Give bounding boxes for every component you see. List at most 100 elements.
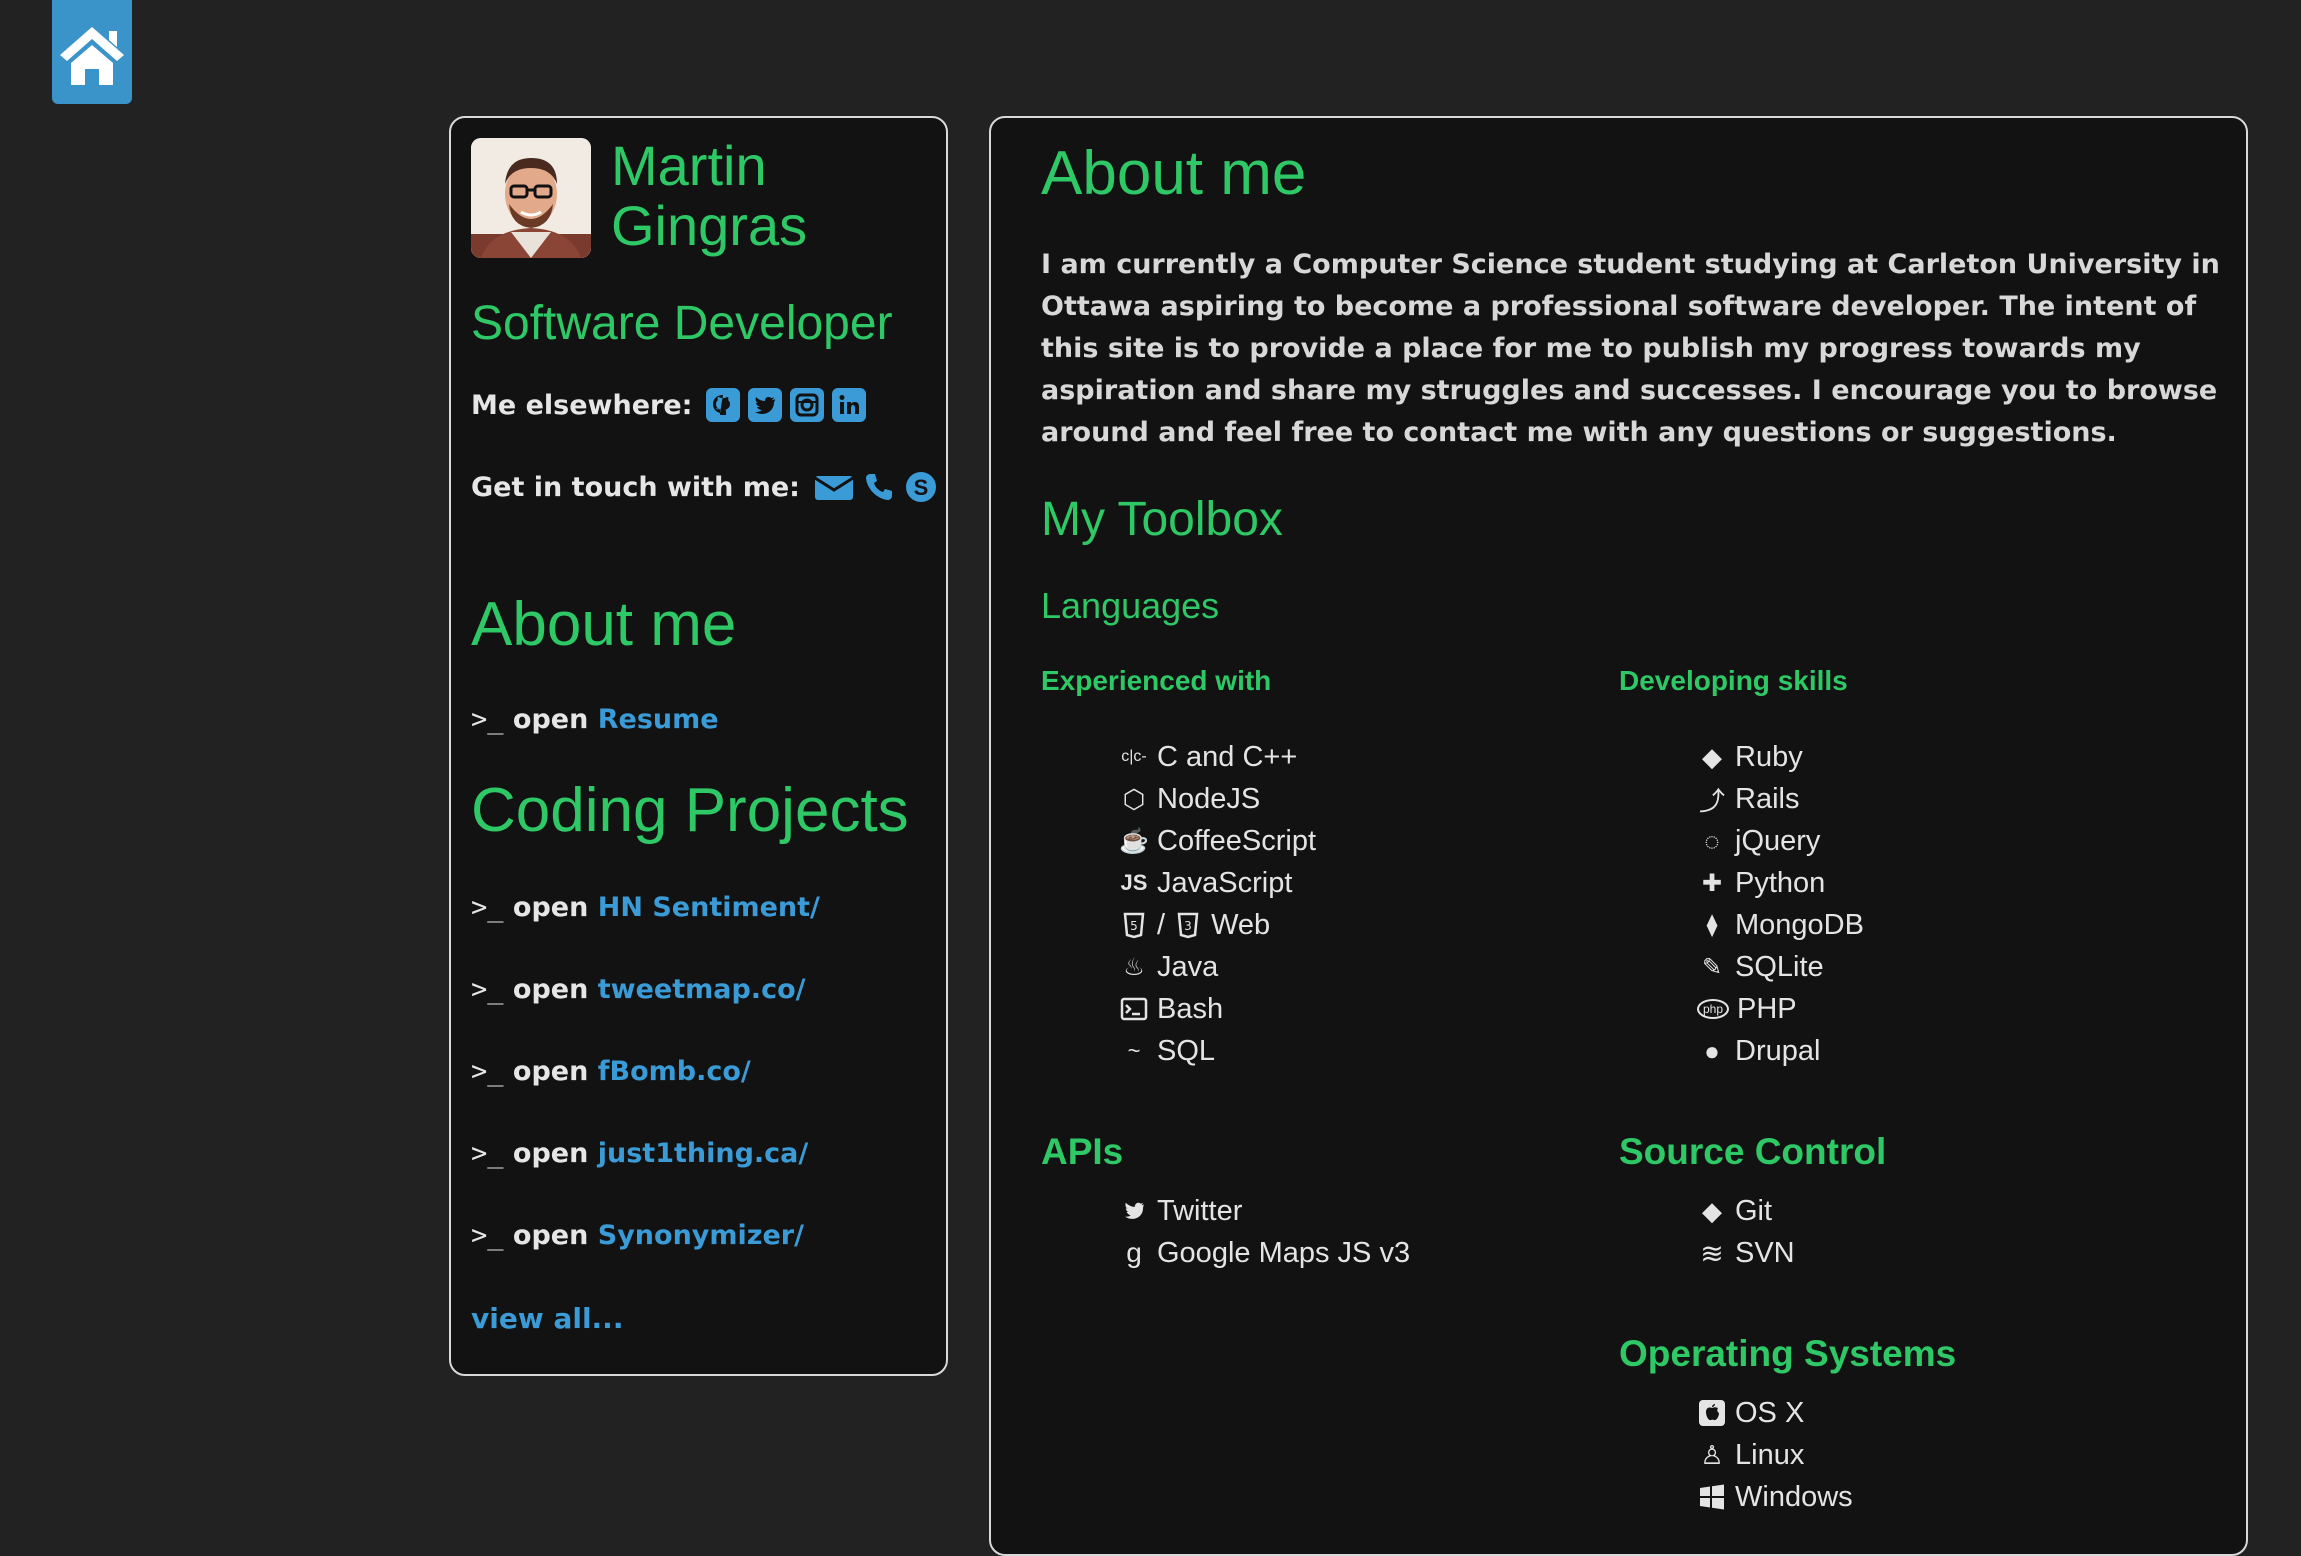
list-item: ⬡ NodeJS	[1119, 778, 1316, 820]
elsewhere-row: Me elsewhere:	[471, 388, 867, 422]
skill-label: MongoDB	[1735, 908, 1864, 941]
skill-label: OS X	[1735, 1396, 1805, 1429]
c-icon: c|c-	[1121, 748, 1147, 765]
nodejs-icon: ⬡	[1122, 783, 1146, 814]
project-link[interactable]: HN Sentiment/	[598, 892, 820, 923]
list-item: ● Drupal	[1697, 1030, 1864, 1072]
os-list: OS X ♙ Linux Windows	[1697, 1392, 1853, 1518]
first-name: Martin	[611, 134, 767, 197]
prompt-text: >_	[471, 1220, 504, 1251]
project-command: >_ open Synonymizer/	[471, 1220, 804, 1251]
list-item: ⤴ Rails	[1697, 778, 1864, 820]
view-all-link[interactable]: view all...	[471, 1302, 623, 1335]
home-icon	[60, 27, 124, 85]
list-item: 5 / 3 Web	[1119, 904, 1316, 946]
list-item: c|c- C and C++	[1119, 736, 1316, 778]
project-link[interactable]: tweetmap.co/	[598, 974, 806, 1005]
github-icon[interactable]	[706, 388, 741, 422]
skype-icon[interactable]: S	[904, 470, 938, 504]
list-item: g Google Maps JS v3	[1119, 1232, 1410, 1274]
python-icon: ✚	[1701, 869, 1723, 897]
drupal-icon: ●	[1704, 1035, 1720, 1066]
main-content-card: About me I am currently a Computer Scien…	[989, 116, 2248, 1556]
skill-label: PHP	[1737, 992, 1797, 1025]
project-link[interactable]: fBomb.co/	[598, 1056, 751, 1087]
profile-name: Martin Gingras	[611, 136, 807, 256]
avatar	[471, 138, 591, 258]
resume-command: >_ open Resume	[471, 704, 719, 735]
contact-row: Get in touch with me: S	[471, 470, 938, 504]
open-word: open	[512, 974, 589, 1005]
prompt-text: >_	[471, 1056, 504, 1087]
java-icon: ♨	[1123, 953, 1145, 981]
prompt-text: >_	[471, 704, 504, 735]
project-link[interactable]: just1thing.ca/	[598, 1138, 809, 1169]
contact-label: Get in touch with me:	[471, 471, 800, 503]
twitter-icon	[1119, 1196, 1149, 1226]
linkedin-icon[interactable]	[832, 388, 867, 422]
project-command: >_ open just1thing.ca/	[471, 1138, 808, 1169]
profile-card: Martin Gingras Software Developer Me els…	[449, 116, 948, 1376]
list-item: php PHP	[1697, 988, 1864, 1030]
rails-icon: ⤴	[1698, 785, 1725, 816]
elsewhere-label: Me elsewhere:	[471, 389, 693, 421]
php-icon: php	[1697, 999, 1729, 1019]
skill-label: JavaScript	[1157, 866, 1293, 899]
list-item: ♙ Linux	[1697, 1434, 1853, 1476]
home-button[interactable]	[52, 0, 132, 104]
phone-icon[interactable]	[862, 470, 896, 504]
open-word: open	[512, 704, 589, 735]
ruby-icon: ◆	[1702, 741, 1722, 772]
skill-label: Bash	[1157, 992, 1224, 1025]
css3-icon: 3	[1173, 910, 1203, 940]
skill-label: jQuery	[1735, 824, 1821, 857]
list-item: ~ SQL	[1119, 1030, 1316, 1072]
svn-icon: ≋	[1700, 1237, 1724, 1269]
about-heading: About me	[1041, 139, 1307, 208]
skill-label: Java	[1157, 950, 1219, 983]
experienced-list: c|c- C and C++ ⬡ NodeJS ☕ CoffeeScript JS Ja…	[1119, 736, 1316, 1072]
svg-text:S: S	[914, 475, 929, 500]
list-item: Windows	[1697, 1476, 1853, 1518]
resume-link[interactable]: Resume	[598, 704, 719, 735]
twitter-icon[interactable]	[748, 388, 783, 422]
skill-label: Python	[1735, 866, 1826, 899]
jquery-icon: ◌	[1704, 825, 1720, 856]
apple-icon	[1697, 1398, 1727, 1428]
prompt-text: >_	[471, 892, 504, 923]
list-item: OS X	[1697, 1392, 1853, 1434]
project-command: >_ open fBomb.co/	[471, 1056, 751, 1087]
svg-text:5: 5	[1130, 919, 1138, 933]
os-heading: Operating Systems	[1619, 1333, 1957, 1374]
open-word: open	[512, 892, 589, 923]
coding-projects-heading: Coding Projects	[471, 776, 909, 845]
experienced-heading: Experienced with	[1041, 665, 1272, 696]
list-item: Bash	[1119, 988, 1316, 1030]
prompt-text: >_	[471, 1138, 504, 1169]
prompt-text: >_	[471, 974, 504, 1005]
skill-label: NodeJS	[1157, 782, 1261, 815]
languages-heading: Languages	[1041, 585, 1220, 626]
project-command: >_ open tweetmap.co/	[471, 974, 805, 1005]
instagram-icon[interactable]	[790, 388, 825, 422]
apis-heading: APIs	[1041, 1131, 1124, 1172]
sidebar-about-heading: About me	[471, 590, 737, 659]
skill-label: C and C++	[1157, 740, 1298, 773]
linux-icon: ♙	[1700, 1439, 1724, 1470]
developing-heading: Developing skills	[1619, 665, 1848, 696]
toolbox-heading: My Toolbox	[1041, 493, 1283, 546]
windows-icon	[1697, 1482, 1727, 1512]
apis-list: Twitter g Google Maps JS v3	[1119, 1190, 1410, 1274]
source-control-heading: Source Control	[1619, 1131, 1887, 1172]
project-command: >_ open HN Sentiment/	[471, 892, 820, 923]
project-link[interactable]: Synonymizer/	[598, 1220, 804, 1251]
list-item: ◌ jQuery	[1697, 820, 1864, 862]
mail-icon[interactable]	[814, 470, 854, 504]
list-item: ♨ Java	[1119, 946, 1316, 988]
skill-label: Twitter	[1157, 1194, 1243, 1227]
list-item: ◆ Git	[1697, 1190, 1795, 1232]
skill-label: SVN	[1735, 1236, 1795, 1269]
skill-label: Web	[1211, 908, 1271, 941]
skill-label: Ruby	[1735, 740, 1803, 773]
skill-label: Drupal	[1735, 1034, 1821, 1067]
